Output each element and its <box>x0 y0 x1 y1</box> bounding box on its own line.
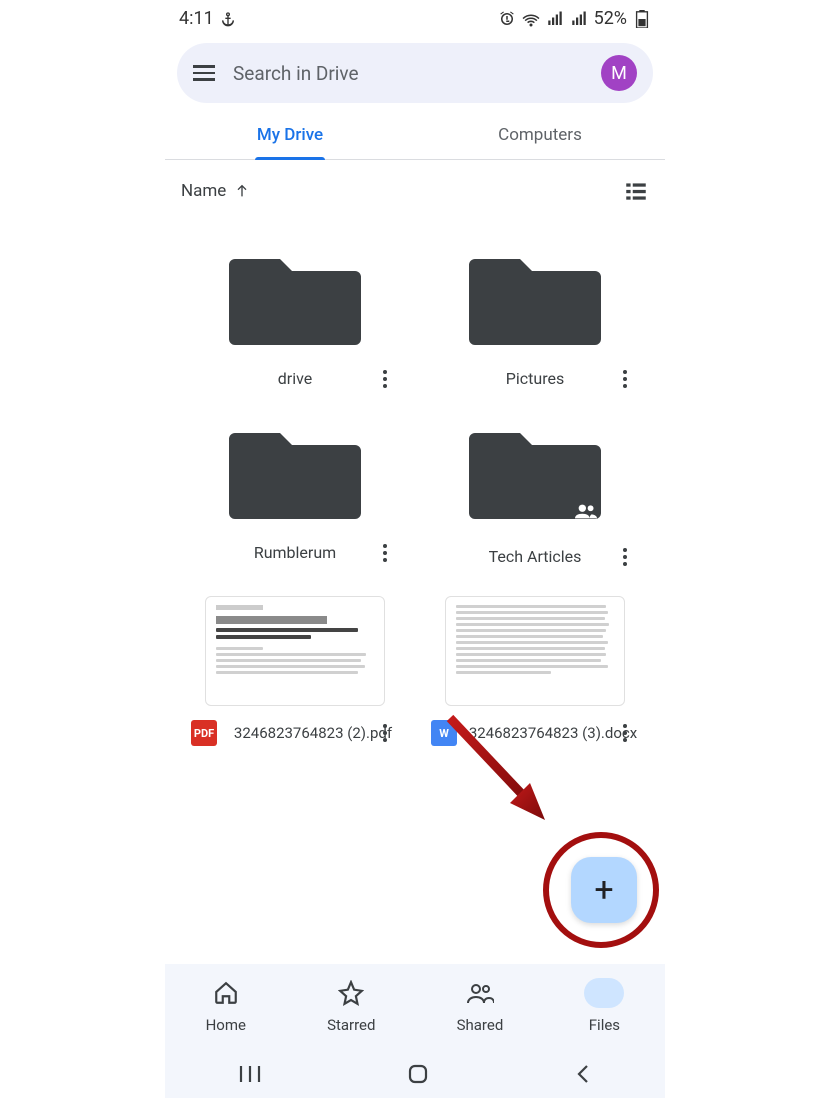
home-icon <box>211 978 241 1008</box>
pdf-icon: PDF <box>191 720 217 746</box>
more-icon[interactable] <box>375 370 395 388</box>
shared-icon <box>575 503 597 519</box>
nav-home[interactable]: Home <box>206 978 246 1034</box>
back-button[interactable] <box>573 1063 593 1085</box>
nav-shared[interactable]: Shared <box>457 978 504 1034</box>
battery-icon <box>633 10 651 28</box>
folder-name: Rumblerum <box>254 543 336 562</box>
folder-icon <box>225 244 365 349</box>
tab-computers[interactable]: Computers <box>415 111 665 159</box>
folder-tile[interactable]: drive <box>185 244 405 388</box>
more-icon[interactable] <box>375 544 395 562</box>
folder-icon <box>584 978 624 1008</box>
more-icon[interactable] <box>375 724 395 742</box>
search-placeholder: Search in Drive <box>233 62 583 85</box>
folder-icon <box>465 244 605 349</box>
tabs: My Drive Computers <box>165 111 665 160</box>
wifi-icon <box>522 10 540 28</box>
file-tile[interactable]: PDF 3246823764823 (2).pdf <box>185 596 405 746</box>
folder-name: Pictures <box>506 369 564 388</box>
file-thumbnail <box>445 596 625 706</box>
add-fab[interactable]: + <box>571 857 637 923</box>
recents-button[interactable] <box>237 1064 263 1084</box>
sort-label: Name <box>181 181 226 201</box>
home-button[interactable] <box>406 1062 430 1086</box>
people-icon <box>465 978 495 1008</box>
status-time: 4:11 <box>179 8 214 29</box>
more-icon[interactable] <box>615 724 635 742</box>
folder-tile[interactable]: Tech Articles <box>425 418 645 566</box>
list-view-icon[interactable] <box>623 178 649 204</box>
more-icon[interactable] <box>615 548 635 566</box>
system-nav-bar <box>165 1050 665 1098</box>
sort-button[interactable]: Name <box>181 181 250 201</box>
file-tile[interactable]: W 3246823764823 (3).docx <box>425 596 645 746</box>
plus-icon: + <box>594 870 613 910</box>
star-icon <box>336 978 366 1008</box>
signal-icon-2 <box>570 10 588 28</box>
tab-my-drive[interactable]: My Drive <box>165 111 415 159</box>
folder-tile[interactable]: Rumblerum <box>185 418 405 566</box>
hamburger-icon[interactable] <box>193 65 215 81</box>
folder-tile[interactable]: Pictures <box>425 244 645 388</box>
file-grid: drive Pictures Rumblerum <box>165 214 665 746</box>
battery-percent: 52% <box>594 8 627 29</box>
folder-name: Tech Articles <box>489 547 582 566</box>
search-bar[interactable]: Search in Drive M <box>177 43 653 103</box>
avatar[interactable]: M <box>601 55 637 91</box>
alarm-icon <box>498 10 516 28</box>
file-name: 3246823764823 (3).docx <box>467 724 639 743</box>
anchor-icon <box>220 11 236 27</box>
file-name: 3246823764823 (2).pdf <box>227 724 399 743</box>
bottom-nav: Home Starred Shared Files <box>165 964 665 1050</box>
folder-icon <box>225 418 365 523</box>
more-icon[interactable] <box>615 370 635 388</box>
signal-icon <box>546 10 564 28</box>
nav-starred[interactable]: Starred <box>327 978 375 1034</box>
word-icon: W <box>431 720 457 746</box>
status-bar: 4:11 52% <box>165 0 665 33</box>
folder-name: drive <box>278 369 312 388</box>
nav-files[interactable]: Files <box>584 978 624 1034</box>
sort-row: Name <box>165 160 665 214</box>
arrow-up-icon <box>234 183 250 199</box>
file-thumbnail <box>205 596 385 706</box>
